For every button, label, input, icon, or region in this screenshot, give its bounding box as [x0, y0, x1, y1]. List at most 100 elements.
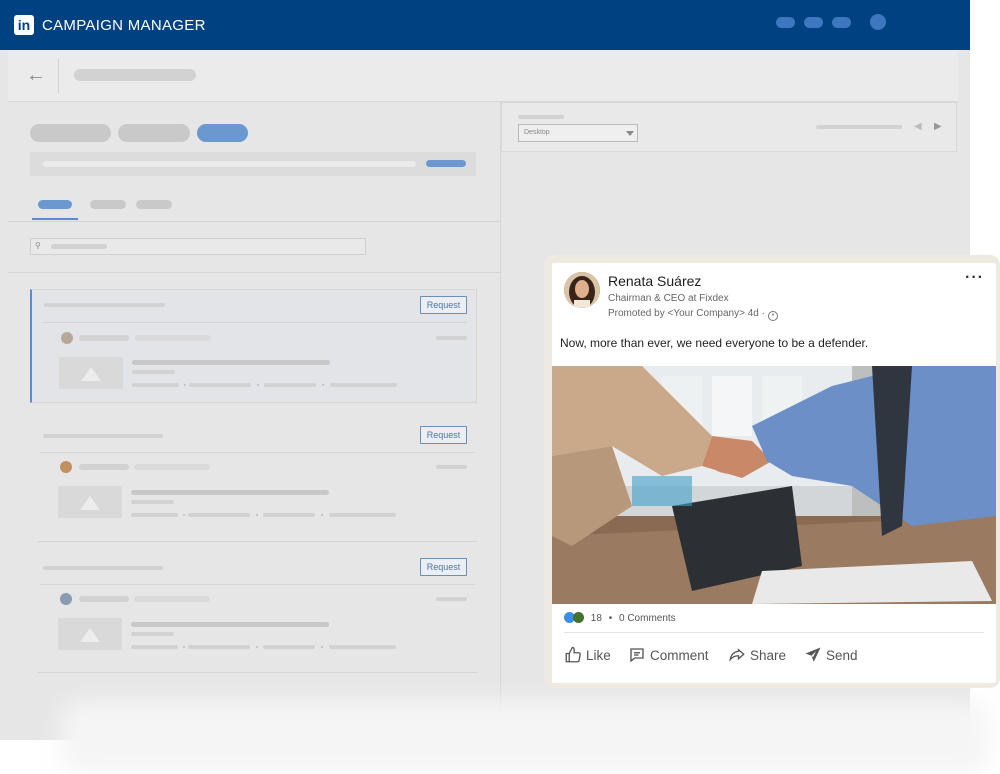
- request-button[interactable]: Request: [420, 296, 467, 314]
- page-header: ←: [8, 50, 958, 102]
- author-name[interactable]: Renata Suárez: [608, 273, 701, 289]
- share-button[interactable]: Share: [728, 646, 786, 664]
- tab[interactable]: [90, 200, 126, 209]
- share-icon: [729, 648, 745, 662]
- nav-item-placeholder[interactable]: [832, 17, 851, 28]
- thumbs-up-icon: [565, 646, 581, 663]
- header-divider: [58, 58, 59, 94]
- chevron-down-icon: [626, 131, 634, 136]
- share-label: Share: [750, 648, 787, 663]
- subline-placeholder: [132, 370, 175, 374]
- stat-placeholder: [330, 383, 397, 387]
- tab-underline: [32, 218, 78, 220]
- creative-card[interactable]: Request: [30, 552, 477, 666]
- card-separator: [38, 672, 477, 673]
- profile-avatar[interactable]: [870, 14, 886, 30]
- stat-placeholder: [131, 513, 178, 517]
- comments-count[interactable]: 0 Comments: [619, 613, 676, 624]
- filter-chip-active[interactable]: [197, 124, 248, 142]
- search-divider: [8, 272, 501, 273]
- subline-placeholder: [131, 632, 174, 636]
- pagination-placeholder: [816, 125, 902, 129]
- stat-placeholder: [189, 383, 251, 387]
- avatar: [60, 461, 72, 473]
- avatar: [60, 593, 72, 605]
- comment-label: Comment: [650, 648, 709, 663]
- comment-icon: [630, 648, 644, 663]
- author-avatar[interactable]: [564, 272, 600, 308]
- search-icon: ⚲: [35, 241, 41, 250]
- date-placeholder: [436, 336, 467, 340]
- subline-placeholder: [131, 500, 174, 504]
- actions-divider: [564, 632, 984, 633]
- request-button[interactable]: Request: [420, 426, 467, 444]
- stat-placeholder: [131, 645, 178, 649]
- nav-item-placeholder[interactable]: [776, 17, 795, 28]
- image-placeholder: [58, 618, 122, 650]
- headline-placeholder: [131, 490, 329, 495]
- send-label: Send: [826, 648, 858, 663]
- meta-placeholder: [134, 464, 210, 470]
- nav-item-placeholder[interactable]: [804, 17, 823, 28]
- like-label: Like: [586, 648, 611, 663]
- card-divider: [42, 322, 467, 323]
- post-image-handshake[interactable]: [552, 366, 996, 604]
- stat-placeholder: [188, 513, 250, 517]
- tab-active[interactable]: [38, 200, 72, 209]
- send-icon: [805, 647, 821, 662]
- stat-placeholder: [264, 383, 316, 387]
- more-horizontal-icon[interactable]: ···: [965, 269, 984, 287]
- card-separator: [38, 541, 477, 542]
- request-button[interactable]: Request: [420, 558, 467, 576]
- comment-button[interactable]: Comment: [628, 646, 709, 664]
- like-button[interactable]: Like: [564, 646, 611, 664]
- stat-placeholder: [263, 513, 315, 517]
- creative-card[interactable]: Request: [30, 289, 477, 403]
- tab[interactable]: [136, 200, 172, 209]
- card-title-placeholder: [44, 303, 165, 307]
- search-placeholder-text: [51, 244, 107, 249]
- stat-placeholder: [329, 645, 396, 649]
- preview-toolbar: Desktop ◀ ▶: [501, 102, 957, 152]
- stat-placeholder: [132, 383, 179, 387]
- author-headline: Chairman & CEO at Fixdex: [608, 293, 729, 304]
- reactions-count: 18: [590, 613, 602, 624]
- filter-chip-placeholder[interactable]: [118, 124, 190, 142]
- stat-placeholder: [188, 645, 250, 649]
- filter-chip-placeholder[interactable]: [30, 124, 111, 142]
- date-placeholder: [436, 597, 467, 601]
- celebrate-reaction-icon: [573, 612, 584, 623]
- image-placeholder: [59, 357, 123, 389]
- top-navigation-bar: in CAMPAIGN MANAGER: [0, 0, 970, 50]
- social-counts[interactable]: 18 • 0 Comments: [564, 612, 676, 624]
- send-button[interactable]: Send: [804, 646, 858, 664]
- card-divider: [40, 584, 475, 585]
- card-shadow: [60, 700, 990, 774]
- name-placeholder: [79, 596, 129, 602]
- name-placeholder: [79, 335, 129, 341]
- banner-link-placeholder[interactable]: [426, 160, 466, 167]
- promoted-text: Promoted by <Your Company> 4d ·: [608, 308, 765, 319]
- label-placeholder: [518, 115, 564, 119]
- meta-placeholder: [135, 335, 211, 341]
- avatar: [61, 332, 73, 344]
- meta-placeholder: [134, 596, 210, 602]
- screen: in CAMPAIGN MANAGER ← ⚲ Request Request …: [0, 0, 1000, 774]
- creative-card[interactable]: Request: [30, 420, 477, 534]
- back-arrow-icon[interactable]: ←: [26, 64, 46, 87]
- banner-text-placeholder: [43, 161, 416, 167]
- linkedin-logo-icon[interactable]: in: [14, 15, 34, 35]
- post-commentary: Now, more than ever, we need everyone to…: [560, 336, 869, 350]
- chevron-left-icon[interactable]: ◀: [914, 121, 922, 132]
- promoted-line: Promoted by <Your Company> 4d · •: [608, 308, 778, 321]
- device-select[interactable]: Desktop: [518, 124, 638, 142]
- search-input[interactable]: ⚲: [30, 238, 366, 255]
- headline-placeholder: [131, 622, 329, 627]
- card-title-placeholder: [43, 566, 163, 570]
- tabs-divider: [8, 221, 501, 222]
- card-title-placeholder: [43, 434, 163, 438]
- chevron-right-icon[interactable]: ▶: [934, 121, 942, 132]
- page-title-placeholder: [74, 69, 196, 81]
- stat-placeholder: [329, 513, 396, 517]
- name-placeholder: [79, 464, 129, 470]
